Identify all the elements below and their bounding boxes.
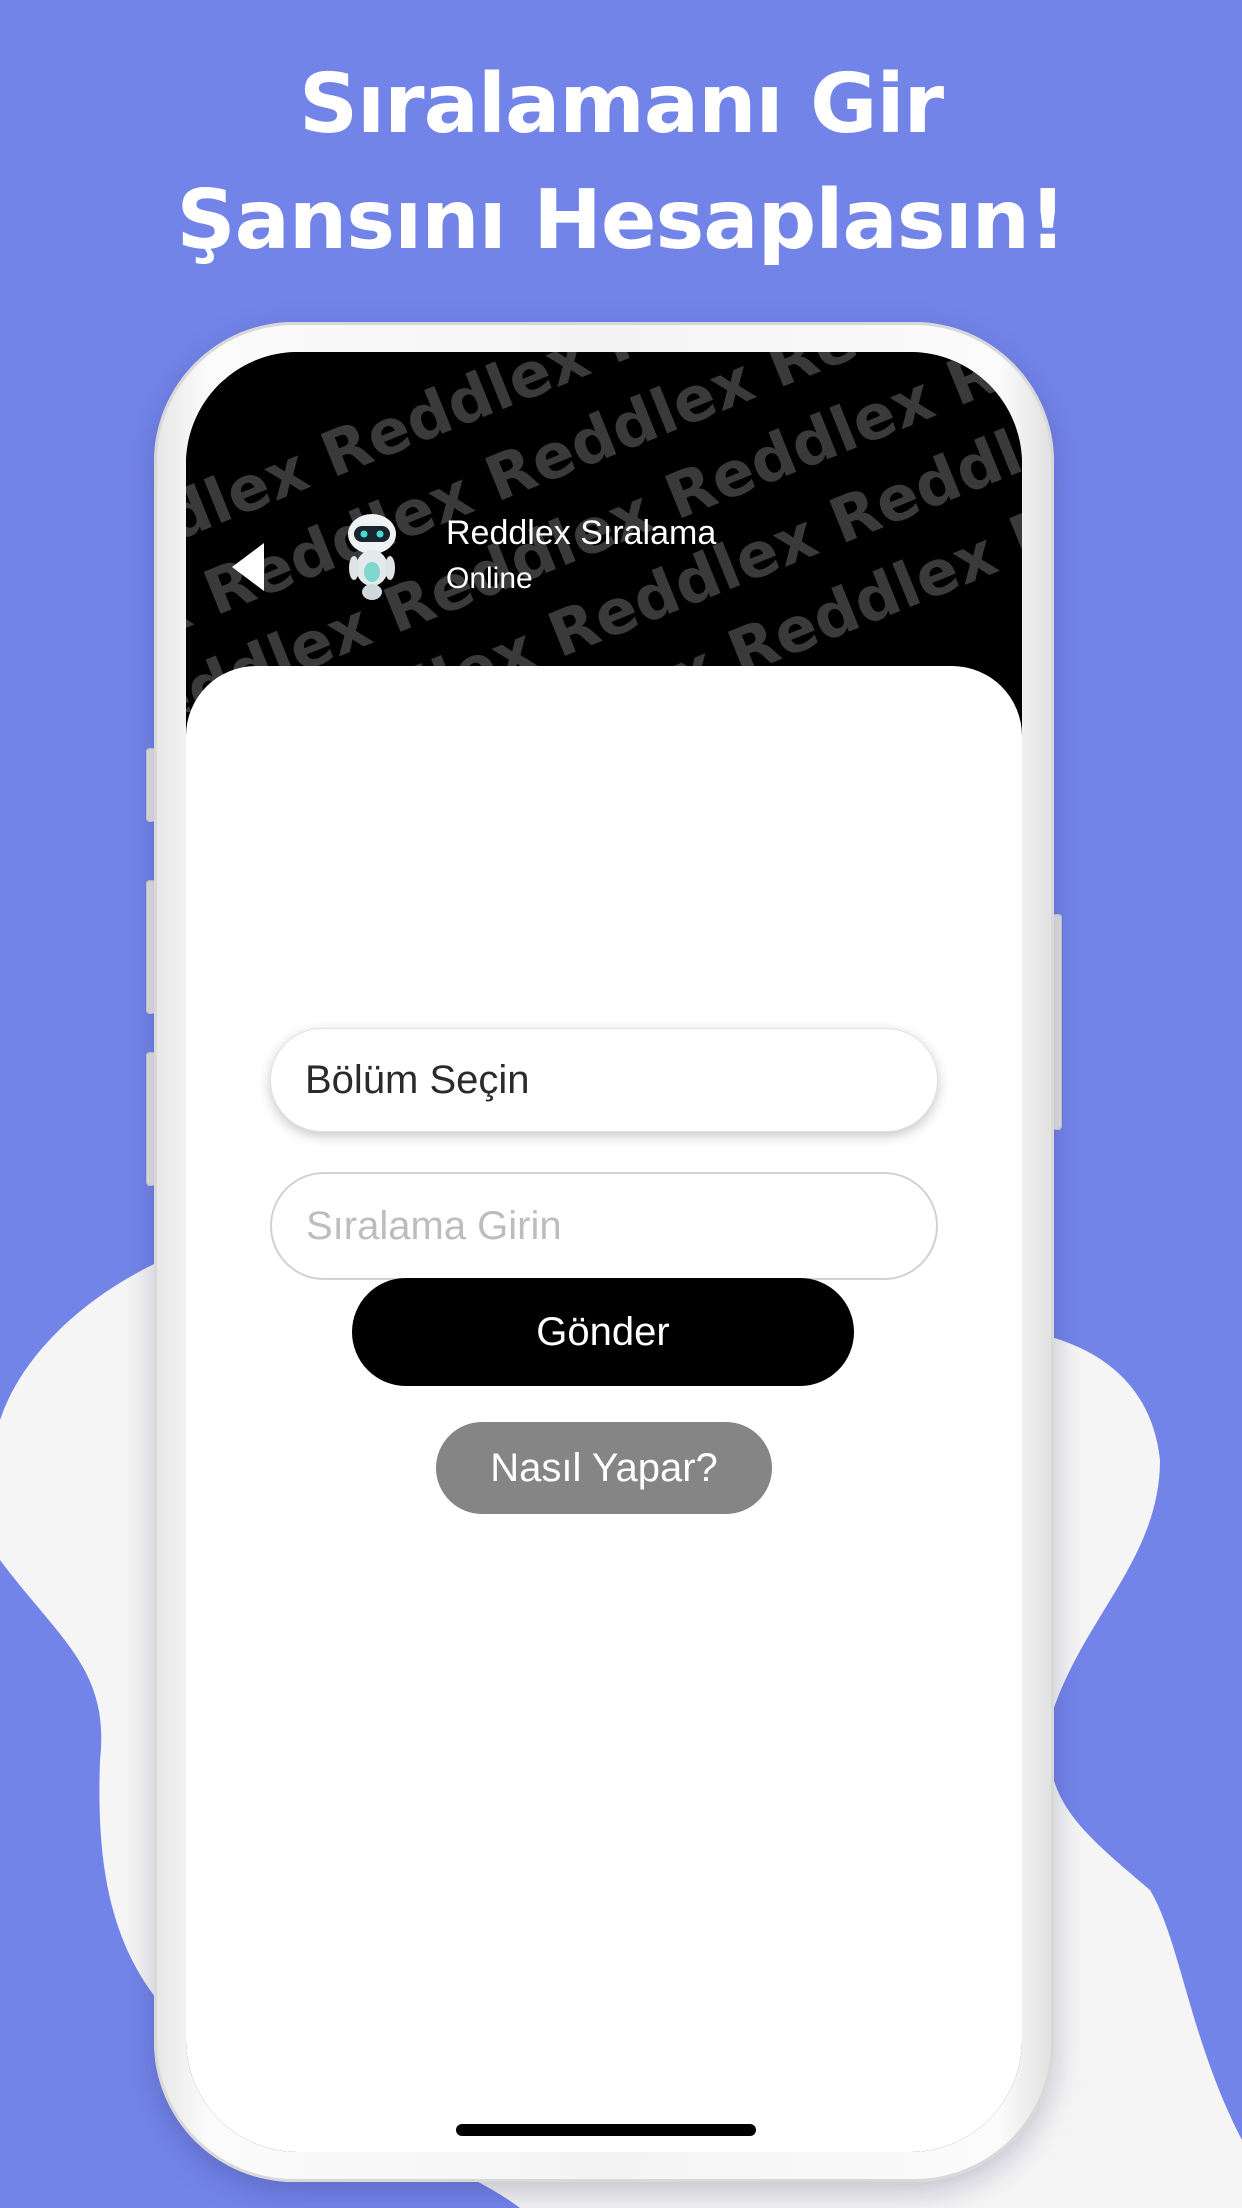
back-button[interactable] <box>218 532 278 602</box>
phone-screen: Reddlex Reddlex Reddlex Reddlex Reddlex … <box>186 352 1022 2152</box>
submit-button[interactable]: Gönder <box>352 1278 854 1386</box>
home-indicator <box>456 2124 756 2136</box>
online-status: Online <box>446 562 533 595</box>
form-card <box>186 666 1022 2152</box>
department-select[interactable]: Bölüm Seçin <box>270 1028 938 1132</box>
robot-avatar-icon <box>348 514 396 600</box>
promo-screen: Sıralamanı Gir Şansını Hesaplasın! Reddl… <box>0 0 1242 2208</box>
headline-line-1: Sıralamanı Gir <box>298 57 944 152</box>
how-to-button[interactable]: Nasıl Yapar? <box>436 1422 772 1514</box>
chat-header: Reddlex Reddlex Reddlex Reddlex Reddlex … <box>186 352 1022 712</box>
headline-line-2: Şansını Hesaplasın! <box>176 173 1067 268</box>
rank-input[interactable] <box>270 1172 938 1280</box>
back-arrow-icon <box>232 543 264 591</box>
chat-title: Reddlex Sıralama <box>446 514 717 552</box>
department-select-value: Bölüm Seçin <box>305 1057 530 1102</box>
